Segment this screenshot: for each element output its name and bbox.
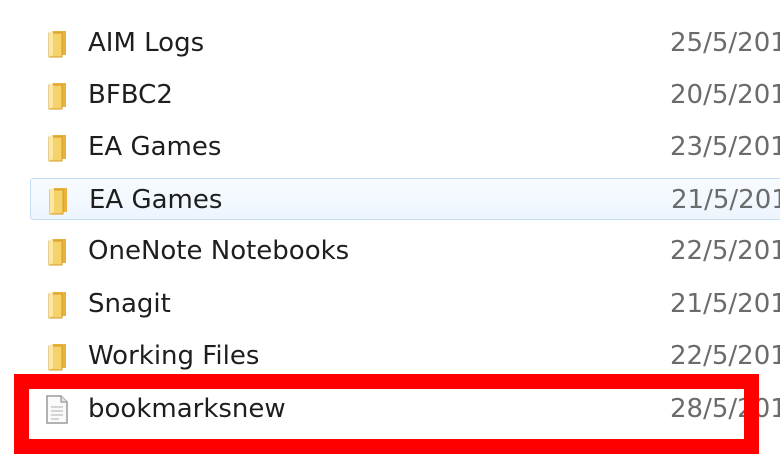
file-row-aim-logs[interactable]: AIM Logs 25/5/201 [30,22,780,64]
file-name: EA Games [88,132,222,162]
red-highlight-annotation [14,374,759,454]
file-row-onenote-notebooks[interactable]: OneNote Notebooks 22/5/201 [30,230,780,272]
file-name: OneNote Notebooks [88,236,350,266]
file-name: AIM Logs [88,28,205,58]
date-modified: 21/5/201 [670,289,780,319]
file-row-bfbc2[interactable]: BFBC2 20/5/201 [30,74,780,116]
folder-icon [40,27,72,59]
file-name: EA Games [89,185,223,215]
file-name: BFBC2 [88,80,173,110]
file-row-ea-games-selected[interactable]: EA Games 21/5/201 [30,178,780,220]
folder-icon [41,184,73,216]
file-row-ea-games[interactable]: EA Games 23/5/201 [30,126,780,168]
date-modified: 22/5/201 [670,341,780,371]
date-modified: 21/5/201 [671,185,780,215]
file-name: Snagit [88,289,171,319]
date-modified: 23/5/201 [670,132,780,162]
folder-icon [40,288,72,320]
date-modified: 20/5/201 [670,80,780,110]
file-row-working-files[interactable]: Working Files 22/5/201 [30,335,780,377]
folder-icon [40,235,72,267]
date-modified: 22/5/201 [670,236,780,266]
file-row-snagit[interactable]: Snagit 21/5/201 [30,283,780,325]
date-modified: 25/5/201 [670,28,780,58]
folder-icon [40,340,72,372]
folder-icon [40,79,72,111]
file-name: Working Files [88,341,260,371]
folder-icon [40,131,72,163]
